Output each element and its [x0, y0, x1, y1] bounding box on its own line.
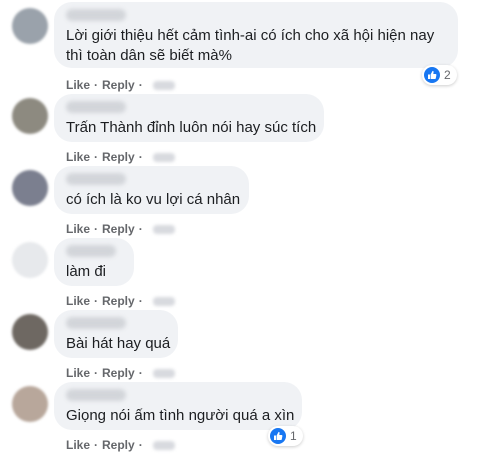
comment-bubble: Bài hát hay quá — [54, 310, 178, 358]
like-icon — [424, 67, 440, 83]
comment-item: Bài hát hay quá Like · Reply · — [0, 310, 495, 382]
like-link[interactable]: Like — [66, 78, 90, 92]
comment-actions: Like · Reply · — [66, 78, 175, 92]
like-link[interactable]: Like — [66, 150, 90, 164]
comment-item: làm đi Like · Reply · — [0, 238, 495, 310]
like-link[interactable]: Like — [66, 222, 90, 236]
comment-bubble: Trấn Thành đỉnh luôn nói hay súc tích — [54, 94, 324, 142]
reaction-count: 2 — [444, 68, 451, 82]
author-name-blurred[interactable] — [66, 101, 126, 113]
comment-item: Giọng nói ấm tình người quá a xìn 1 Like… — [0, 382, 495, 454]
reaction-count: 1 — [290, 429, 297, 443]
separator-dot: · — [138, 222, 143, 236]
separator-dot: · — [138, 150, 143, 164]
separator-dot: · — [94, 222, 99, 236]
comment-actions: Like · Reply · — [66, 222, 175, 236]
separator-dot: · — [138, 366, 143, 380]
comment-bubble: làm đi — [54, 238, 134, 286]
author-name-blurred[interactable] — [66, 9, 126, 21]
comment-actions: Like · Reply · — [66, 150, 175, 164]
comment-bubble: Giọng nói ấm tình người quá a xìn — [54, 382, 302, 430]
comment-item: Lời giới thiệu hết cảm tình-ai có ích ch… — [0, 0, 495, 92]
timestamp-blurred[interactable] — [152, 297, 175, 307]
avatar[interactable] — [12, 8, 48, 44]
separator-dot: · — [94, 150, 99, 164]
comment-actions: Like · Reply · — [66, 438, 175, 452]
reply-link[interactable]: Reply — [102, 366, 135, 380]
separator-dot: · — [94, 294, 99, 308]
avatar[interactable] — [12, 98, 48, 134]
comment-actions: Like · Reply · — [66, 294, 175, 308]
like-link[interactable]: Like — [66, 294, 90, 308]
timestamp-blurred[interactable] — [152, 369, 175, 379]
reply-link[interactable]: Reply — [102, 438, 135, 452]
comment-text: Lời giới thiệu hết cảm tình-ai có ích ch… — [66, 26, 446, 66]
avatar[interactable] — [12, 242, 48, 278]
comment-text-line: Lời giới thiệu hết cảm tình-ai có ích ch… — [66, 27, 435, 44]
reply-link[interactable]: Reply — [102, 222, 135, 236]
comment-item: có ích là ko vu lợi cá nhân Like · Reply · — [0, 166, 495, 238]
reaction-badge[interactable]: 1 — [268, 426, 303, 446]
reply-link[interactable]: Reply — [102, 150, 135, 164]
comment-text-line: Trấn Thành đỉnh luôn nói hay súc tích — [66, 119, 317, 136]
like-link[interactable]: Like — [66, 366, 90, 380]
separator-dot: · — [138, 294, 143, 308]
reaction-badge[interactable]: 2 — [422, 65, 457, 85]
author-name-blurred[interactable] — [66, 173, 126, 185]
like-link[interactable]: Like — [66, 438, 90, 452]
comment-text-line: có ích là ko vu lợi cá nhân — [66, 191, 241, 208]
comment-text-line: Giọng nói ấm tình người quá a xìn — [66, 407, 295, 424]
comment-text: Bài hát hay quá — [66, 334, 171, 354]
author-name-blurred[interactable] — [66, 389, 126, 401]
separator-dot: · — [94, 78, 99, 92]
separator-dot: · — [138, 438, 143, 452]
comment-text: có ích là ko vu lợi cá nhân — [66, 190, 241, 210]
comment-bubble: có ích là ko vu lợi cá nhân — [54, 166, 249, 214]
reply-link[interactable]: Reply — [102, 294, 135, 308]
like-icon — [270, 428, 286, 444]
separator-dot: · — [94, 438, 99, 452]
comment-bubble: Lời giới thiệu hết cảm tình-ai có ích ch… — [54, 2, 458, 68]
comment-text-line: Bài hát hay quá — [66, 335, 171, 352]
comments-page: { "comments": [ { "lines": ["Lời giới th… — [0, 0, 495, 457]
separator-dot: · — [94, 366, 99, 380]
comment-text: Giọng nói ấm tình người quá a xìn — [66, 406, 295, 426]
comment-text-line: thì toàn dân sẽ biết mà% — [66, 47, 232, 64]
comment-item: Trấn Thành đỉnh luôn nói hay súc tích Li… — [0, 94, 495, 166]
reply-link[interactable]: Reply — [102, 78, 135, 92]
comment-text: Trấn Thành đỉnh luôn nói hay súc tích — [66, 118, 317, 138]
timestamp-blurred[interactable] — [152, 441, 175, 451]
comment-text-line: làm đi — [66, 263, 107, 280]
timestamp-blurred[interactable] — [152, 153, 175, 163]
avatar[interactable] — [12, 386, 48, 422]
avatar[interactable] — [12, 170, 48, 206]
comment-text: làm đi — [66, 262, 122, 282]
author-name-blurred[interactable] — [66, 317, 126, 329]
avatar[interactable] — [12, 314, 48, 350]
author-name-blurred[interactable] — [66, 245, 116, 257]
comment-actions: Like · Reply · — [66, 366, 175, 380]
timestamp-blurred[interactable] — [152, 81, 175, 91]
separator-dot: · — [138, 78, 143, 92]
timestamp-blurred[interactable] — [152, 225, 175, 235]
